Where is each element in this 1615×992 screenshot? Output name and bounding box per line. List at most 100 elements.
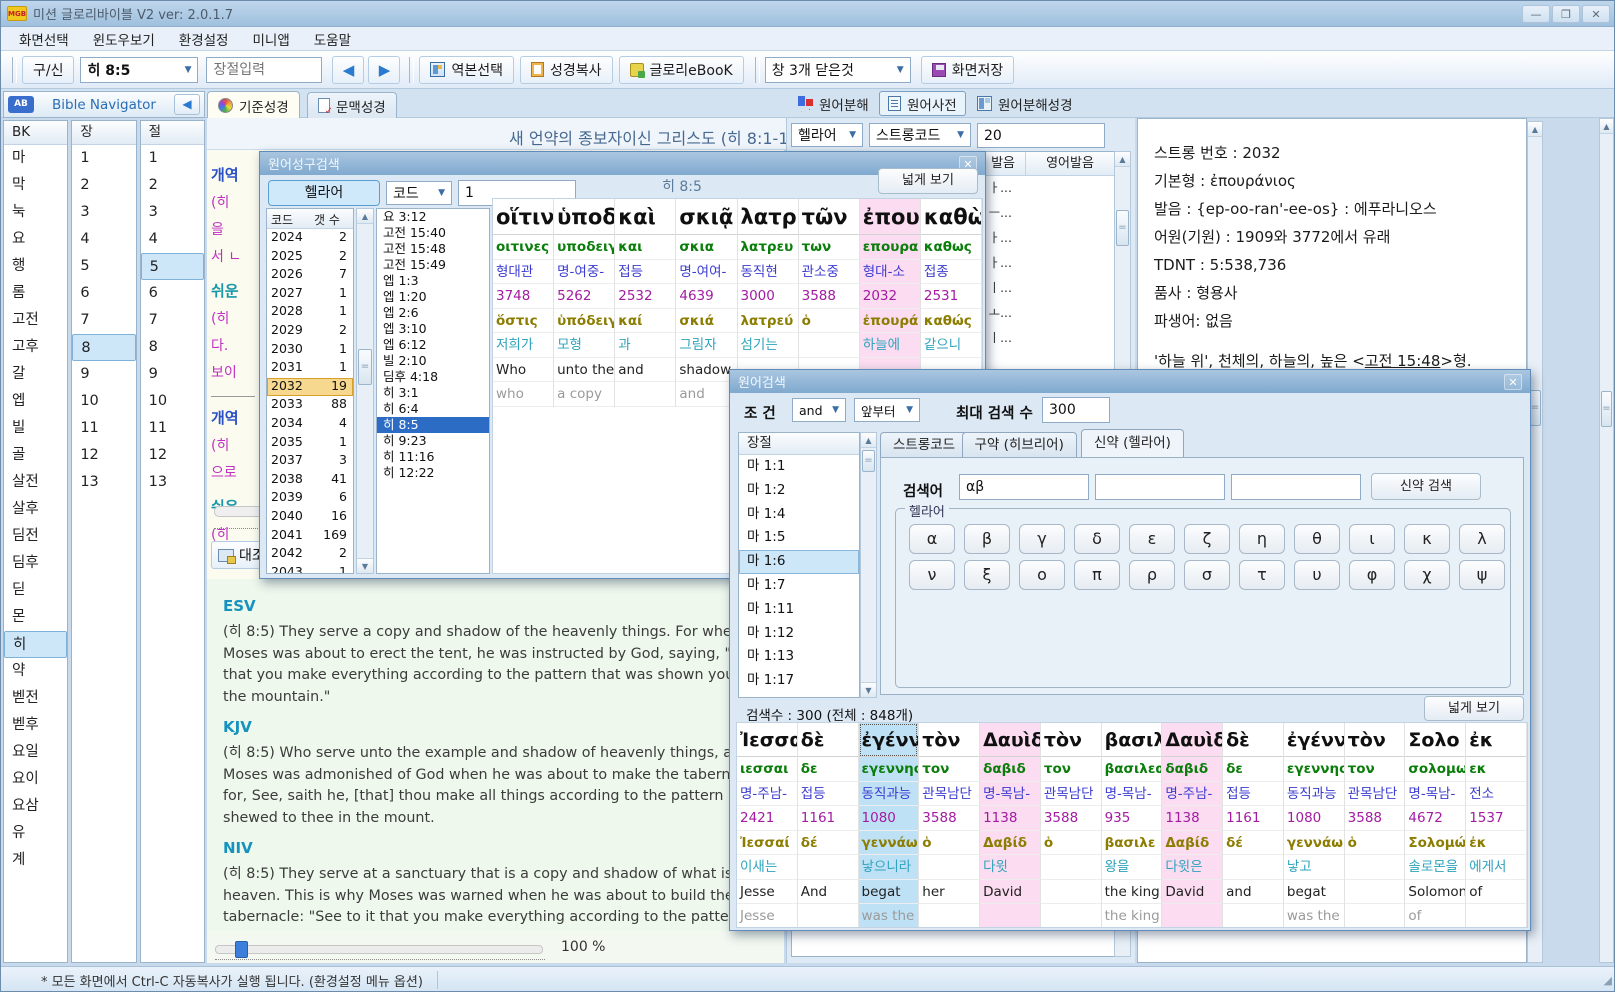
greek-word[interactable]: Σολο bbox=[1405, 723, 1465, 757]
keyword-input[interactable] bbox=[1231, 474, 1361, 500]
wide-view-button[interactable]: 넓게 보기 bbox=[878, 168, 978, 194]
nav-item[interactable]: 8 bbox=[72, 334, 135, 361]
code-row[interactable]: 204016 bbox=[267, 508, 353, 527]
greek-word[interactable]: δὲ bbox=[798, 723, 858, 757]
verse-reference-item[interactable]: 히 9:23 bbox=[377, 433, 489, 449]
window-preset-combo[interactable]: 창 3개 닫은것▼ bbox=[765, 57, 911, 83]
nav-item[interactable]: 마 bbox=[4, 145, 67, 172]
nav-item[interactable]: 살전 bbox=[4, 469, 67, 496]
toolbar-grip[interactable] bbox=[755, 57, 760, 83]
resize-grip[interactable]: ◢ bbox=[1604, 974, 1612, 987]
greek-word[interactable]: ἐκ bbox=[1466, 723, 1526, 757]
dict-language-combo[interactable]: 헬라어▼ bbox=[791, 123, 863, 147]
nav-item[interactable]: 8 bbox=[141, 334, 204, 361]
zoom-slider-track[interactable] bbox=[215, 945, 543, 954]
nav-item[interactable]: 롬 bbox=[4, 280, 67, 307]
nav-item[interactable]: 12 bbox=[72, 442, 135, 469]
greek-word[interactable]: ὑποδ bbox=[554, 199, 614, 235]
nav-item[interactable]: 요일 bbox=[4, 739, 67, 766]
greek-word[interactable]: οἵτινε bbox=[493, 199, 553, 235]
nav-item[interactable]: 약 bbox=[4, 658, 67, 685]
dictionary-button[interactable]: 원어사전 bbox=[879, 91, 966, 116]
max-count-input[interactable] bbox=[1042, 397, 1110, 423]
nav-item[interactable]: 5 bbox=[141, 253, 204, 280]
nav-item[interactable]: 요 bbox=[4, 226, 67, 253]
greek-key-ξ[interactable]: ξ bbox=[964, 560, 1010, 590]
scroll-down-icon[interactable]: ▼ bbox=[861, 682, 876, 697]
dict-code-type-combo[interactable]: 스트롱코드▼ bbox=[869, 123, 971, 147]
greek-key-ζ[interactable]: ζ bbox=[1184, 524, 1230, 554]
back-button[interactable]: ◀ bbox=[332, 56, 364, 84]
code-row[interactable]: 20271 bbox=[267, 285, 353, 304]
greek-word[interactable]: ἐγένν bbox=[859, 723, 919, 757]
scroll-up-icon[interactable]: ▲ bbox=[1600, 119, 1613, 134]
phrase-mode-combo[interactable]: 코드▼ bbox=[386, 181, 452, 205]
greek-word[interactable]: ἐπου bbox=[860, 199, 920, 235]
greek-key-κ[interactable]: κ bbox=[1404, 524, 1450, 554]
zoom-slider-handle[interactable] bbox=[235, 941, 248, 958]
greek-key-χ[interactable]: χ bbox=[1404, 560, 1450, 590]
verse-reference-item[interactable]: 고전 15:48 bbox=[377, 241, 489, 257]
code-row[interactable]: 203841 bbox=[267, 471, 353, 490]
nav-item[interactable]: 3 bbox=[72, 199, 135, 226]
verse-reference-link[interactable]: 고전 15:48 bbox=[1365, 352, 1441, 370]
result-verse-item[interactable]: 마 1:11 bbox=[739, 598, 859, 622]
nav-column-header[interactable]: BK bbox=[4, 121, 67, 145]
greek-key-β[interactable]: β bbox=[964, 524, 1010, 554]
nav-item[interactable]: 6 bbox=[141, 280, 204, 307]
nav-item[interactable]: 눅 bbox=[4, 199, 67, 226]
testament-toggle-button[interactable]: 구/신 bbox=[22, 56, 74, 84]
nav-item[interactable]: 10 bbox=[141, 388, 204, 415]
menu-item[interactable]: 윈도우보기 bbox=[81, 27, 167, 51]
phrase-language-button[interactable]: 헬라어 bbox=[268, 180, 380, 206]
code-row[interactable]: 20344 bbox=[267, 415, 353, 434]
nav-item[interactable]: 벧전 bbox=[4, 685, 67, 712]
phrase-dialog-titlebar[interactable]: 원어성구검색 ✕ bbox=[260, 152, 985, 175]
result-verse-item[interactable]: 마 1:12 bbox=[739, 622, 859, 646]
close-button[interactable]: ✕ bbox=[1582, 5, 1610, 23]
greek-word[interactable]: τὸν bbox=[1345, 723, 1405, 757]
search-tab[interactable]: 구약 (히브리어) bbox=[962, 432, 1077, 457]
nav-item[interactable]: 1 bbox=[141, 145, 204, 172]
nav-item[interactable]: 계 bbox=[4, 847, 67, 874]
nav-item[interactable]: 요삼 bbox=[4, 793, 67, 820]
toolbar-grip[interactable] bbox=[409, 57, 414, 83]
greek-key-π[interactable]: π bbox=[1074, 560, 1120, 590]
nav-item[interactable]: 빌 bbox=[4, 415, 67, 442]
nt-search-button[interactable]: 신약 검색 bbox=[1371, 473, 1481, 500]
verse-reference-item[interactable]: 엡 1:20 bbox=[377, 289, 489, 305]
greek-word[interactable]: τῶν bbox=[799, 199, 859, 235]
greek-key-ι[interactable]: ι bbox=[1349, 524, 1395, 554]
greek-key-θ[interactable]: θ bbox=[1294, 524, 1340, 554]
nav-item[interactable]: 7 bbox=[141, 307, 204, 334]
greek-key-υ[interactable]: υ bbox=[1294, 560, 1340, 590]
nav-item[interactable]: 7 bbox=[72, 307, 135, 334]
verse-reference-item[interactable]: 히 11:16 bbox=[377, 449, 489, 465]
nav-item[interactable]: 3 bbox=[141, 199, 204, 226]
verse-reference-item[interactable]: 딤후 4:18 bbox=[377, 369, 489, 385]
minimize-button[interactable]: — bbox=[1522, 5, 1550, 23]
verse-combo[interactable]: 히 8:5▼ bbox=[80, 57, 198, 83]
nav-item[interactable]: 행 bbox=[4, 253, 67, 280]
panel-scrollbar[interactable]: ▲ = bbox=[1599, 118, 1614, 963]
nav-item[interactable]: 6 bbox=[72, 280, 135, 307]
scroll-up-icon[interactable]: ▲ bbox=[861, 433, 876, 448]
nav-item[interactable]: 5 bbox=[72, 253, 135, 280]
scroll-up-icon[interactable]: ▲ bbox=[1115, 152, 1130, 167]
result-verse-item[interactable]: 마 1:1 bbox=[739, 455, 859, 479]
nav-item[interactable]: 2 bbox=[141, 172, 204, 199]
greek-key-α[interactable]: α bbox=[909, 524, 955, 554]
nav-item[interactable]: 12 bbox=[141, 442, 204, 469]
screen-save-button[interactable]: 화면저장 bbox=[921, 56, 1015, 84]
code-row[interactable]: 203388 bbox=[267, 396, 353, 415]
greek-word[interactable]: βασιλέ bbox=[1102, 723, 1162, 757]
verse-reference-item[interactable]: 엡 3:10 bbox=[377, 321, 489, 337]
nav-column-header[interactable]: 절 bbox=[141, 121, 204, 145]
nav-item[interactable]: 9 bbox=[72, 361, 135, 388]
keyword-input[interactable] bbox=[959, 474, 1089, 500]
code-row[interactable]: 20396 bbox=[267, 489, 353, 508]
code-table-scrollbar[interactable]: ▲ = ▼ bbox=[356, 208, 374, 574]
menu-item[interactable]: 환경설정 bbox=[167, 27, 241, 51]
greek-key-ο[interactable]: ο bbox=[1019, 560, 1065, 590]
nav-item[interactable]: 갈 bbox=[4, 361, 67, 388]
